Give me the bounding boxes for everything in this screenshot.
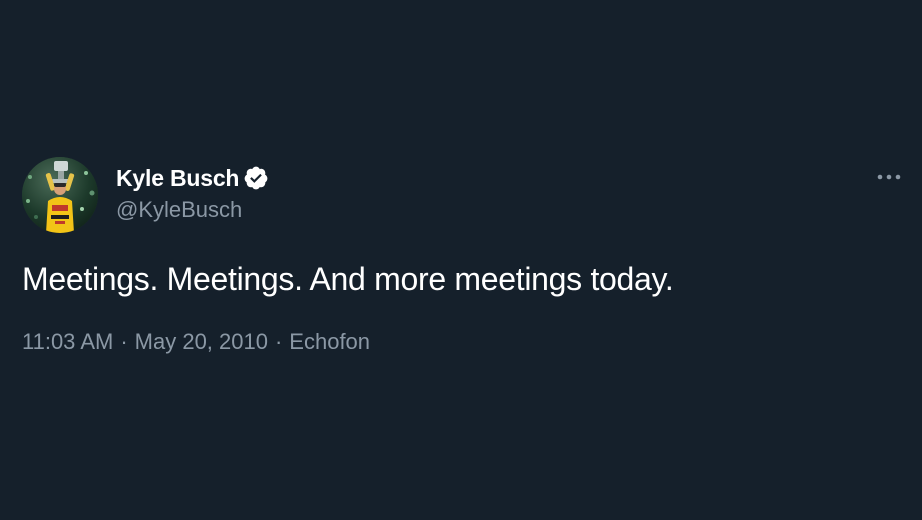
more-options-button[interactable] (872, 164, 906, 190)
tweet: Kyle Busch @KyleBusch Meetings. Meetings… (0, 0, 922, 520)
more-horizontal-icon (877, 174, 901, 180)
display-name[interactable]: Kyle Busch (116, 163, 239, 193)
avatar[interactable] (22, 157, 98, 233)
tweet-date[interactable]: May 20, 2010 (135, 329, 268, 354)
meta-separator: · (120, 329, 128, 354)
verified-badge-icon (243, 165, 269, 191)
author-name-row: Kyle Busch (116, 163, 269, 193)
avatar-photo-icon (22, 157, 98, 233)
tweet-time[interactable]: 11:03 AM (22, 329, 113, 354)
tweet-text: Meetings. Meetings. And more meetings to… (22, 261, 674, 297)
meta-separator: · (274, 329, 283, 354)
tweet-meta: 11:03 AM · May 20, 2010 · Echofon (22, 328, 370, 356)
author-handle[interactable]: @KyleBusch (116, 196, 242, 224)
tweet-source[interactable]: Echofon (289, 329, 370, 354)
